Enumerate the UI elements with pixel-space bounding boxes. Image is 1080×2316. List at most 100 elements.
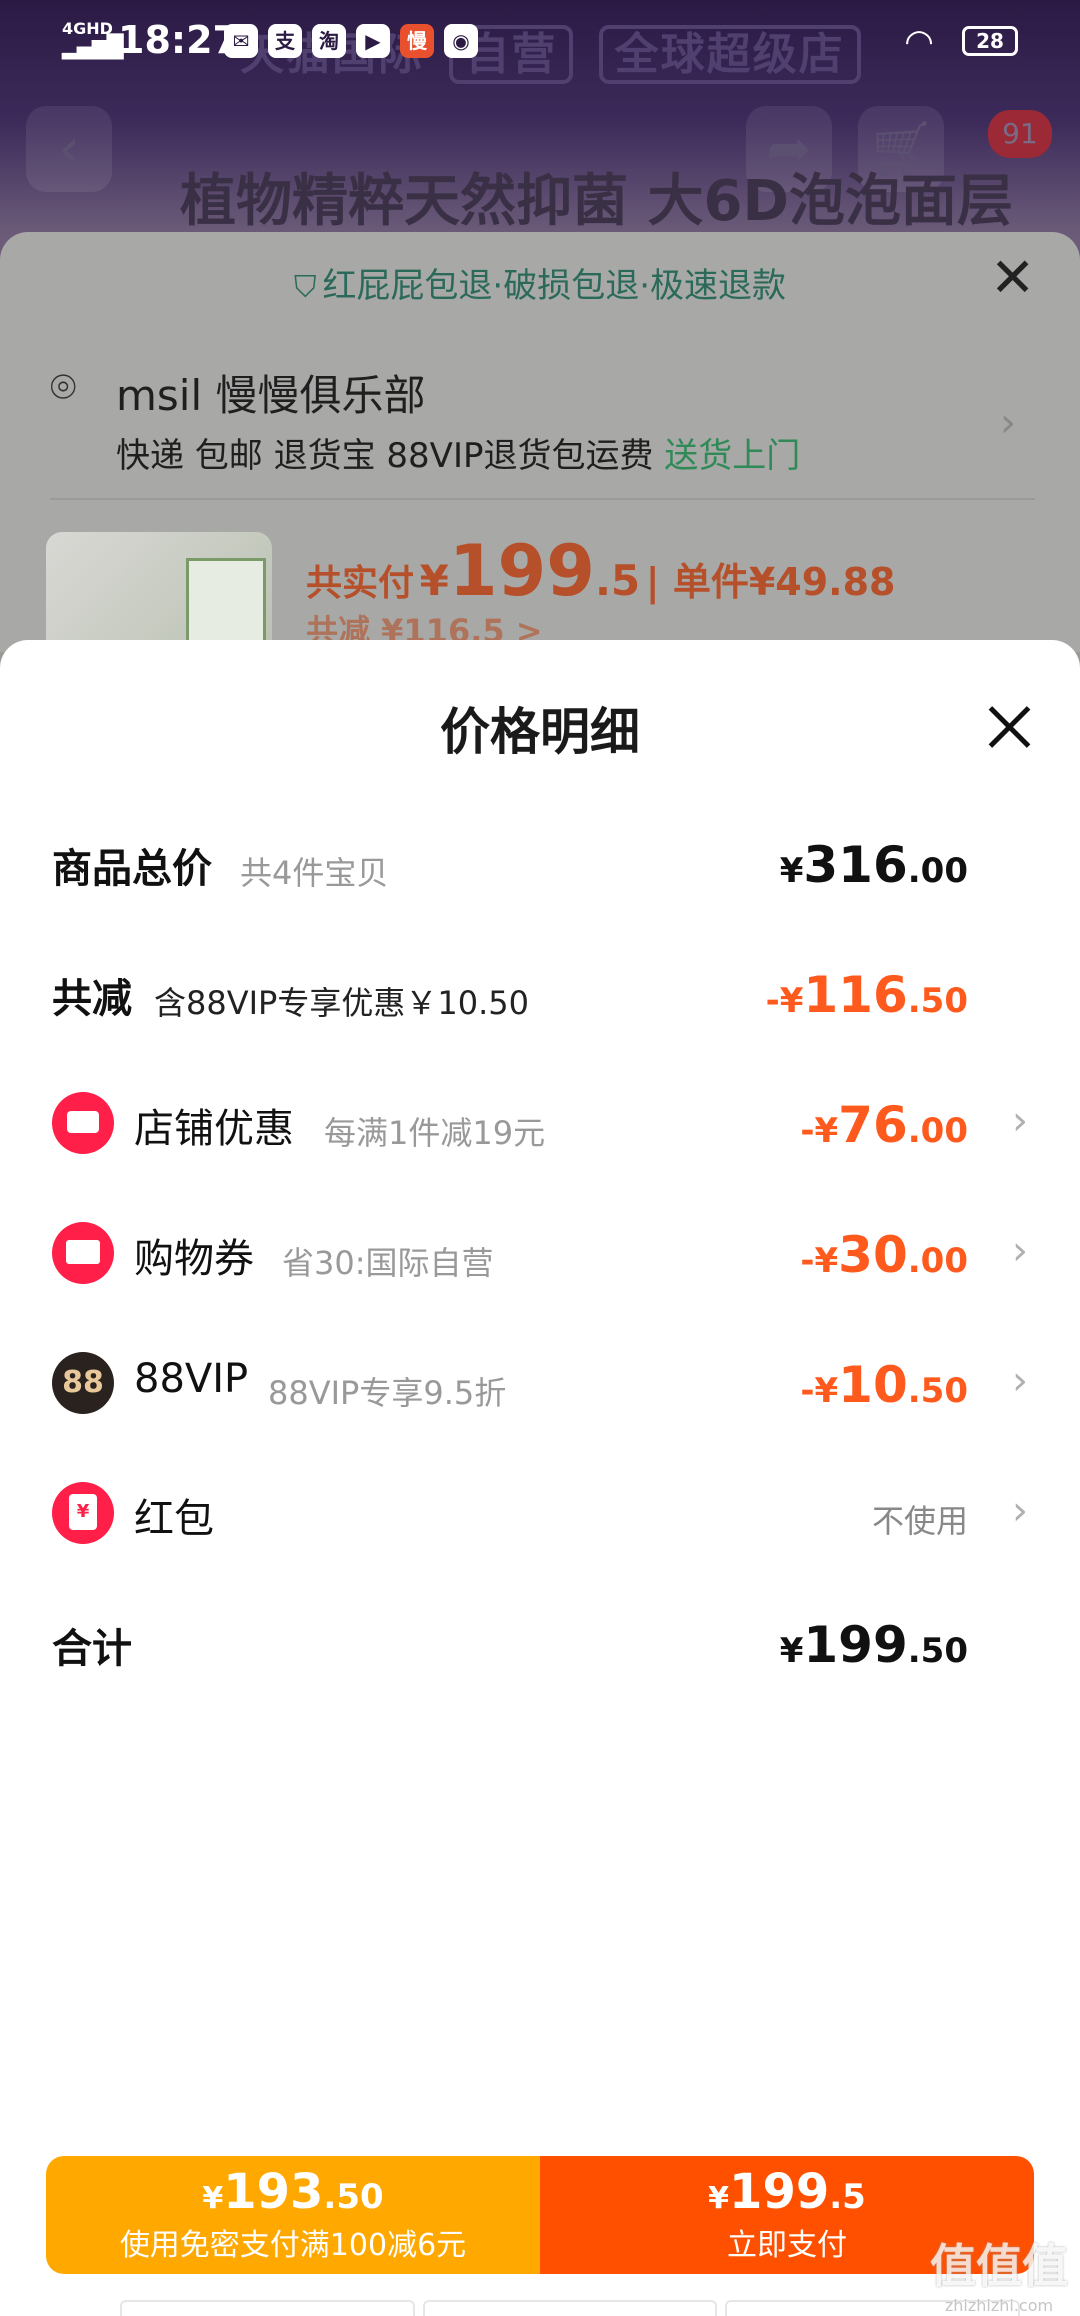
delivery-text: 快递 包邮 退货宝 88VIP退货包运费 [116, 436, 665, 476]
price-integer: 193 [223, 2164, 324, 2220]
paid-decimal: .5 [594, 556, 641, 605]
amount-symbol: -¥ [800, 1111, 839, 1151]
amount-integer: 199 [803, 1616, 908, 1674]
signal-icon: ▂▄▆█ [62, 35, 124, 60]
row-sum: 合计 ¥199.50 [52, 1606, 1034, 1686]
total-reduced-label: 共减 [52, 976, 132, 1022]
total-reduced-amount: -¥116.50 [766, 966, 968, 1024]
total-reduced-note: 含88VIP专享优惠￥10.50 [154, 984, 529, 1022]
red-packet-icon: ¥ [52, 1482, 114, 1544]
row-total-reduced: 共减 含88VIP专享优惠￥10.50 -¥116.50 [52, 956, 1034, 1036]
vip-amount: -¥10.50 [800, 1356, 968, 1414]
watermark-main: 值值值 [930, 2239, 1068, 2293]
unit-price: | 单件¥49.88 [645, 560, 896, 604]
price-detail-modal: 价格明细 商品总价 共4件宝贝 ¥316.00 共减 含88VIP专享优惠￥10… [0, 640, 1080, 2316]
store-discount-rule: 每满1件减19元 [324, 1114, 546, 1152]
vip-label: 88VIP [134, 1356, 249, 1402]
paid-label: 共实付 [306, 563, 415, 604]
red-packet-symbol: ¥ [69, 1493, 97, 1530]
row-88vip[interactable]: 88 88VIP 88VIP专享9.5折 -¥10.50 › [52, 1346, 1034, 1426]
modal-title: 价格明细 [440, 703, 640, 761]
amount-symbol: ¥ [779, 1631, 804, 1671]
amount-integer: 316 [803, 836, 908, 894]
address-name: msil 慢慢俱乐部 [116, 371, 426, 420]
amount-decimal: .00 [907, 851, 968, 891]
amount-symbol: -¥ [800, 1371, 839, 1411]
delivery-info: 快递 包邮 退货宝 88VIP退货包运费 送货上门 [116, 428, 800, 477]
vip-88-icon: 88 [52, 1352, 114, 1414]
status-time: 18:27 [118, 18, 239, 62]
paid-integer: 199 [448, 530, 595, 612]
slow-icon: 慢 [400, 24, 434, 58]
guarantee-text: 红屁屁包退·破损包退·极速退款 [322, 266, 787, 306]
status-bar: 4GHD ▂▄▆█ 18:27 ✉ 支 淘 ▶ 慢 ◉ ◠ 28 [0, 0, 1080, 84]
location-pin-icon: ⌾ [50, 362, 77, 413]
order-sheet-close-icon[interactable]: ✕ [990, 246, 1035, 309]
chevron-right-icon: › [1012, 1358, 1028, 1404]
chevron-right-icon: › [1012, 1228, 1028, 1274]
vip-desc: 88VIP专享9.5折 [268, 1374, 507, 1412]
red-packet-label: 红包 [134, 1496, 214, 1542]
amount-symbol: -¥ [765, 981, 804, 1021]
watermark: 值值值 zhizhizhi.com [930, 2230, 1068, 2315]
coupon-icon [52, 1222, 114, 1284]
watermark-sub: zhizhizhi.com [944, 2296, 1054, 2315]
mail-icon: ✉ [224, 24, 258, 58]
tab-stub [422, 2300, 718, 2316]
guarantee-banner: ⛉ 红屁屁包退·破损包退·极速退款 [0, 258, 1080, 307]
notification-icons: ✉ 支 淘 ▶ 慢 ◉ [224, 24, 478, 58]
amount-decimal: .50 [907, 981, 968, 1021]
coupon-amount: -¥30.00 [800, 1226, 968, 1284]
row-shopping-coupon[interactable]: 购物券 省30:国际自营 -¥30.00 › [52, 1216, 1034, 1296]
amount-decimal: .00 [907, 1241, 968, 1281]
amount-integer: 76 [838, 1096, 908, 1154]
taobao-icon: 淘 [312, 24, 346, 58]
product-title: 植物精粹天然抑菌 大6D泡泡面层 [180, 169, 1013, 234]
back-arrow-icon: ‹ [58, 117, 80, 180]
goods-total-amount: ¥316.00 [780, 836, 968, 894]
amount-decimal: .50 [907, 1371, 968, 1411]
coupon-desc: 省30:国际自营 [282, 1244, 494, 1282]
store-icon [52, 1092, 114, 1154]
red-packet-status: 不使用 [871, 1502, 968, 1540]
password-free-price: ¥193.50 [46, 2164, 540, 2220]
price-symbol: ¥ [708, 2181, 730, 2216]
amount-decimal: .00 [907, 1111, 968, 1151]
chevron-right-icon: › [1000, 400, 1016, 446]
goods-total-label: 商品总价 [52, 846, 212, 892]
price-decimal: .5 [829, 2177, 866, 2217]
modal-close-icon[interactable] [985, 702, 1035, 752]
price-symbol: ¥ [202, 2181, 224, 2216]
row-red-packet[interactable]: ¥ 红包 不使用 › [52, 1476, 1034, 1556]
tab-stub [120, 2300, 415, 2316]
paid-symbol: ¥ [419, 556, 449, 605]
chevron-right-icon: › [1012, 1098, 1028, 1144]
amount-integer: 116 [803, 966, 908, 1024]
amount-decimal: .50 [907, 1631, 968, 1671]
chevron-right-icon: › [1012, 1488, 1028, 1534]
shield-icon: ⛉ [293, 270, 317, 305]
wifi-icon: ◠ [906, 22, 933, 62]
network-indicator: 4GHD ▂▄▆█ [62, 20, 124, 60]
divider [50, 498, 1035, 500]
amount-symbol: -¥ [800, 1241, 839, 1281]
row-goods-total: 商品总价 共4件宝贝 ¥316.00 [52, 826, 1034, 906]
store-discount-label: 店铺优惠 [134, 1106, 294, 1152]
weibo-icon: ◉ [444, 24, 478, 58]
price-decimal: .50 [323, 2177, 384, 2217]
delivery-highlight: 送货上门 [664, 436, 801, 476]
row-store-discount[interactable]: 店铺优惠 每满1件减19元 -¥76.00 › [52, 1086, 1034, 1166]
store-discount-amount: -¥76.00 [800, 1096, 968, 1154]
sum-label: 合计 [52, 1626, 132, 1672]
amount-integer: 30 [838, 1226, 908, 1284]
video-icon: ▶ [356, 24, 390, 58]
cart-count-badge: 91 [988, 110, 1052, 158]
alipay-icon: 支 [268, 24, 302, 58]
order-confirm-sheet: ⛉ 红屁屁包退·破损包退·极速退款 ✕ ⌾ msil 慢慢俱乐部 快递 包邮 退货… [0, 232, 1080, 682]
amount-symbol: ¥ [779, 851, 804, 891]
back-button[interactable]: ‹ [26, 106, 112, 192]
coupon-label: 购物券 [134, 1236, 254, 1282]
order-price-summary: 共实付 ¥199.5 | 单件¥49.88 共减 ¥116.5 > [306, 530, 895, 652]
bottom-tab-stubs [120, 2300, 1021, 2316]
password-free-pay-button[interactable]: ¥193.50 使用免密支付满100减6元 [46, 2156, 540, 2274]
